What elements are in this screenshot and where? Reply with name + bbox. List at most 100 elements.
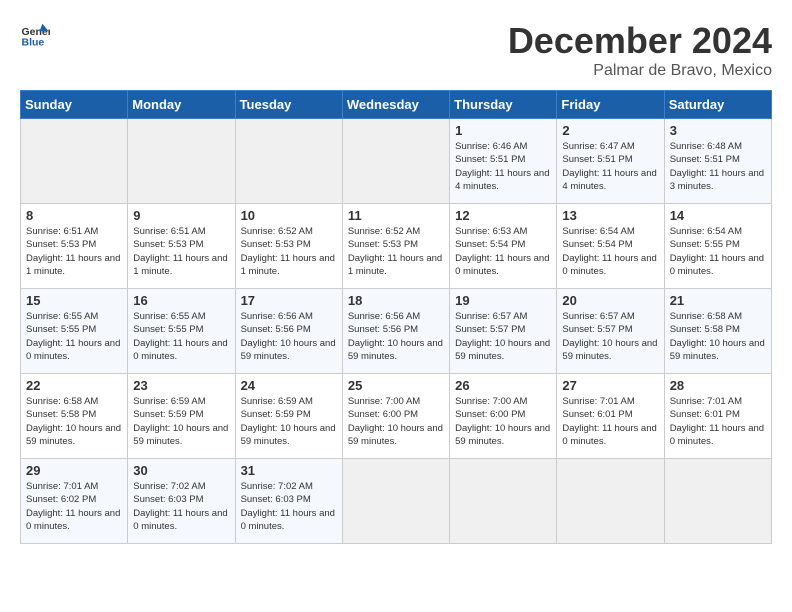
calendar-cell: 19Sunrise: 6:57 AMSunset: 5:57 PMDayligh… [450,289,557,374]
day-info: Sunrise: 6:51 AMSunset: 5:53 PMDaylight:… [26,225,122,278]
calendar-cell [342,459,449,544]
day-number: 31 [241,463,337,478]
calendar-cell: 25 Sunrise: 7:00 AMSunset: 6:00 PMDayligh… [342,374,449,459]
calendar-week-row: 15 Sunrise: 6:55 AMSunset: 5:55 PMDayligh… [21,289,772,374]
day-info: Sunrise: 6:59 AMSunset: 5:59 PMDaylight:… [241,395,337,448]
calendar-cell: 3 Sunrise: 6:48 AMSunset: 5:51 PMDaylight… [664,119,771,204]
day-number: 25 [348,378,444,393]
calendar-cell [450,459,557,544]
calendar-cell: 31 Sunrise: 7:02 AMSunset: 6:03 PMDayligh… [235,459,342,544]
calendar-cell [21,119,128,204]
calendar-week-row: 22 Sunrise: 6:58 AMSunset: 5:58 PMDayligh… [21,374,772,459]
calendar-cell: 13 Sunrise: 6:54 AMSunset: 5:54 PMDayligh… [557,204,664,289]
day-info: Sunrise: 6:51 AMSunset: 5:53 PMDaylight:… [133,225,229,278]
day-info: Sunrise: 6:53 AMSunset: 5:54 PMDaylight:… [455,225,551,278]
calendar-cell: 20 Sunrise: 6:57 AMSunset: 5:57 PMDayligh… [557,289,664,374]
day-info: Sunrise: 6:47 AMSunset: 5:51 PMDaylight:… [562,140,658,193]
day-number: 3 [670,123,766,138]
calendar-cell: 12 Sunrise: 6:53 AMSunset: 5:54 PMDayligh… [450,204,557,289]
calendar-cell: 21 Sunrise: 6:58 AMSunset: 5:58 PMDayligh… [664,289,771,374]
day-number: 26 [455,378,551,393]
calendar-cell: 26Sunrise: 7:00 AMSunset: 6:00 PMDayligh… [450,374,557,459]
calendar-cell: 15 Sunrise: 6:55 AMSunset: 5:55 PMDayligh… [21,289,128,374]
day-number: 14 [670,208,766,223]
day-number: 24 [241,378,337,393]
svg-text:Blue: Blue [22,37,45,49]
calendar-cell: 17 Sunrise: 6:56 AMSunset: 5:56 PMDayligh… [235,289,342,374]
day-number: 19 [455,293,551,308]
calendar-week-row: 29 Sunrise: 7:01 AMSunset: 6:02 PMDayligh… [21,459,772,544]
calendar-cell: 9 Sunrise: 6:51 AMSunset: 5:53 PMDaylight… [128,204,235,289]
day-number: 29 [26,463,122,478]
calendar-cell [235,119,342,204]
day-number: 27 [562,378,658,393]
calendar-cell [128,119,235,204]
header-sunday: Sunday [21,91,128,119]
day-number: 10 [241,208,337,223]
calendar-cell: 27Sunrise: 7:01 AMSunset: 6:01 PMDayligh… [557,374,664,459]
day-info: Sunrise: 7:01 AMSunset: 6:02 PMDaylight:… [26,480,122,533]
day-info: Sunrise: 6:48 AMSunset: 5:51 PMDaylight:… [670,140,766,193]
day-info: Sunrise: 6:59 AMSunset: 5:59 PMDaylight:… [133,395,229,448]
header-friday: Friday [557,91,664,119]
day-info: Sunrise: 7:02 AMSunset: 6:03 PMDaylight:… [241,480,337,533]
header-wednesday: Wednesday [342,91,449,119]
day-number: 2 [562,123,658,138]
day-info: Sunrise: 6:54 AMSunset: 5:54 PMDaylight:… [562,225,658,278]
day-info: Sunrise: 6:54 AMSunset: 5:55 PMDaylight:… [670,225,766,278]
calendar-cell: 10Sunrise: 6:52 AMSunset: 5:53 PMDayligh… [235,204,342,289]
day-number: 15 [26,293,122,308]
day-number: 8 [26,208,122,223]
header-thursday: Thursday [450,91,557,119]
day-info: Sunrise: 7:02 AMSunset: 6:03 PMDaylight:… [133,480,229,533]
month-title: December 2024 [508,20,772,62]
day-info: Sunrise: 6:57 AMSunset: 5:57 PMDaylight:… [562,310,658,363]
day-number: 28 [670,378,766,393]
calendar-cell: 22 Sunrise: 6:58 AMSunset: 5:58 PMDayligh… [21,374,128,459]
day-info: Sunrise: 6:58 AMSunset: 5:58 PMDaylight:… [26,395,122,448]
header-monday: Monday [128,91,235,119]
day-info: Sunrise: 6:46 AMSunset: 5:51 PMDaylight:… [455,140,551,193]
day-number: 1 [455,123,551,138]
day-number: 22 [26,378,122,393]
calendar-cell: 11 Sunrise: 6:52 AMSunset: 5:53 PMDayligh… [342,204,449,289]
day-info: Sunrise: 6:52 AMSunset: 5:53 PMDaylight:… [348,225,444,278]
calendar-week-row: 8 Sunrise: 6:51 AMSunset: 5:53 PMDaylight… [21,204,772,289]
calendar-cell: 30 Sunrise: 7:02 AMSunset: 6:03 PMDayligh… [128,459,235,544]
calendar-table: SundayMondayTuesdayWednesdayThursdayFrid… [20,90,772,544]
day-info: Sunrise: 6:55 AMSunset: 5:55 PMDaylight:… [133,310,229,363]
calendar-cell: 18Sunrise: 6:56 AMSunset: 5:56 PMDayligh… [342,289,449,374]
header-tuesday: Tuesday [235,91,342,119]
day-number: 11 [348,208,444,223]
day-number: 13 [562,208,658,223]
day-info: Sunrise: 6:58 AMSunset: 5:58 PMDaylight:… [670,310,766,363]
logo-icon: General Blue [20,20,50,50]
calendar-cell: 2 Sunrise: 6:47 AMSunset: 5:51 PMDaylight… [557,119,664,204]
calendar-cell: 1 Sunrise: 6:46 AMSunset: 5:51 PMDaylight… [450,119,557,204]
calendar-cell [557,459,664,544]
day-info: Sunrise: 7:01 AMSunset: 6:01 PMDaylight:… [670,395,766,448]
title-area: December 2024 Palmar de Bravo, Mexico [508,20,772,80]
calendar-cell: 23Sunrise: 6:59 AMSunset: 5:59 PMDayligh… [128,374,235,459]
day-info: Sunrise: 6:55 AMSunset: 5:55 PMDaylight:… [26,310,122,363]
calendar-cell: 14 Sunrise: 6:54 AMSunset: 5:55 PMDayligh… [664,204,771,289]
header: General Blue December 2024 Palmar de Bra… [20,20,772,80]
day-number: 21 [670,293,766,308]
day-info: Sunrise: 6:56 AMSunset: 5:56 PMDaylight:… [241,310,337,363]
day-number: 12 [455,208,551,223]
calendar-cell [342,119,449,204]
day-number: 9 [133,208,229,223]
day-number: 20 [562,293,658,308]
calendar-week-row: 1 Sunrise: 6:46 AMSunset: 5:51 PMDaylight… [21,119,772,204]
logo: General Blue [20,20,50,50]
calendar-cell [664,459,771,544]
day-info: Sunrise: 6:56 AMSunset: 5:56 PMDaylight:… [348,310,444,363]
calendar-cell: 28 Sunrise: 7:01 AMSunset: 6:01 PMDayligh… [664,374,771,459]
calendar-cell: 29 Sunrise: 7:01 AMSunset: 6:02 PMDayligh… [21,459,128,544]
day-info: Sunrise: 7:00 AMSunset: 6:00 PMDaylight:… [348,395,444,448]
day-number: 30 [133,463,229,478]
calendar-cell: 16 Sunrise: 6:55 AMSunset: 5:55 PMDayligh… [128,289,235,374]
calendar-header-row: SundayMondayTuesdayWednesdayThursdayFrid… [21,91,772,119]
day-number: 16 [133,293,229,308]
day-number: 17 [241,293,337,308]
